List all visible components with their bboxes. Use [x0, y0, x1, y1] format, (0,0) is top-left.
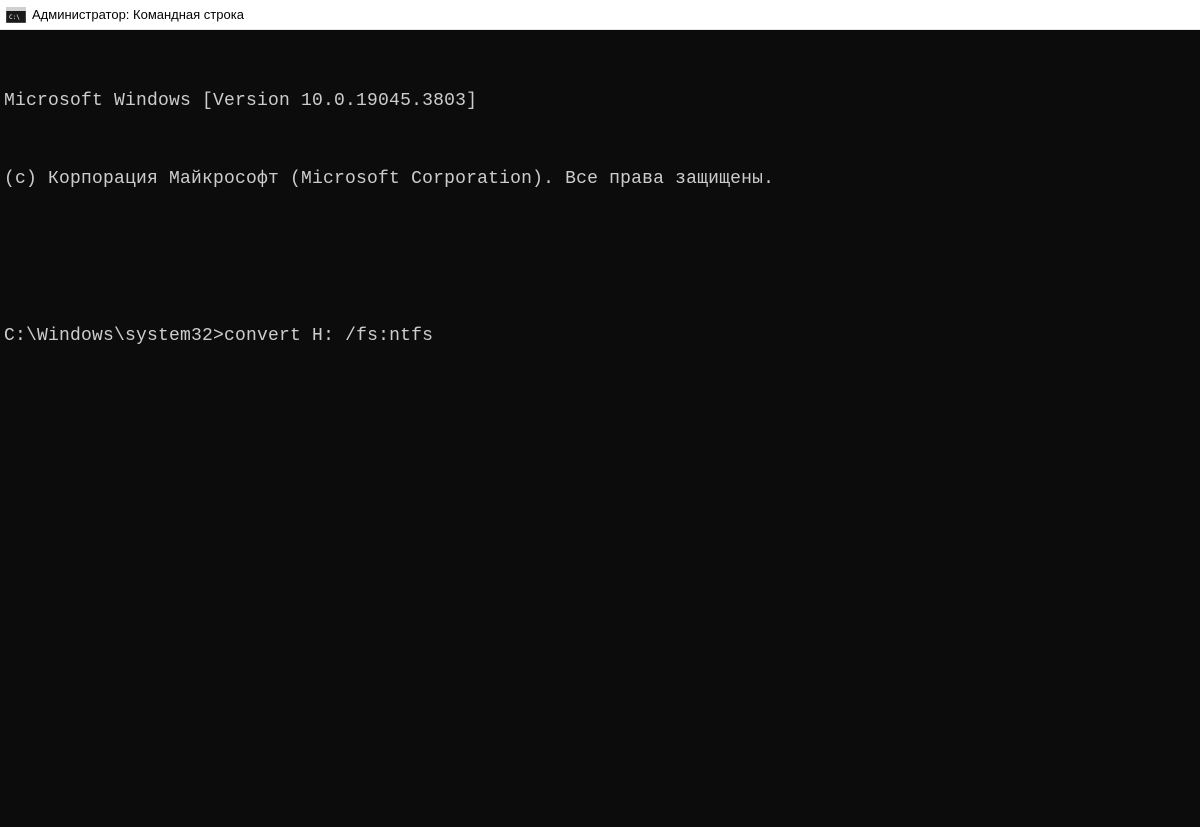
- cmd-window: C:\ Администратор: Командная строка Micr…: [0, 0, 1200, 827]
- terminal-blank-line: [4, 245, 1196, 271]
- terminal-prompt: C:\Windows\system32>: [4, 323, 224, 349]
- terminal-command[interactable]: convert H: /fs:ntfs: [224, 323, 433, 349]
- cmd-icon: C:\: [6, 7, 26, 23]
- titlebar[interactable]: C:\ Администратор: Командная строка: [0, 0, 1200, 30]
- terminal-output-copyright: (c) Корпорация Майкрософт (Microsoft Cor…: [4, 166, 1196, 192]
- svg-text:C:\: C:\: [9, 14, 20, 21]
- terminal-output-version: Microsoft Windows [Version 10.0.19045.38…: [4, 88, 1196, 114]
- window-title: Администратор: Командная строка: [32, 7, 244, 22]
- terminal-prompt-line: C:\Windows\system32>convert H: /fs:ntfs: [4, 323, 1196, 349]
- terminal-area[interactable]: Microsoft Windows [Version 10.0.19045.38…: [0, 30, 1200, 827]
